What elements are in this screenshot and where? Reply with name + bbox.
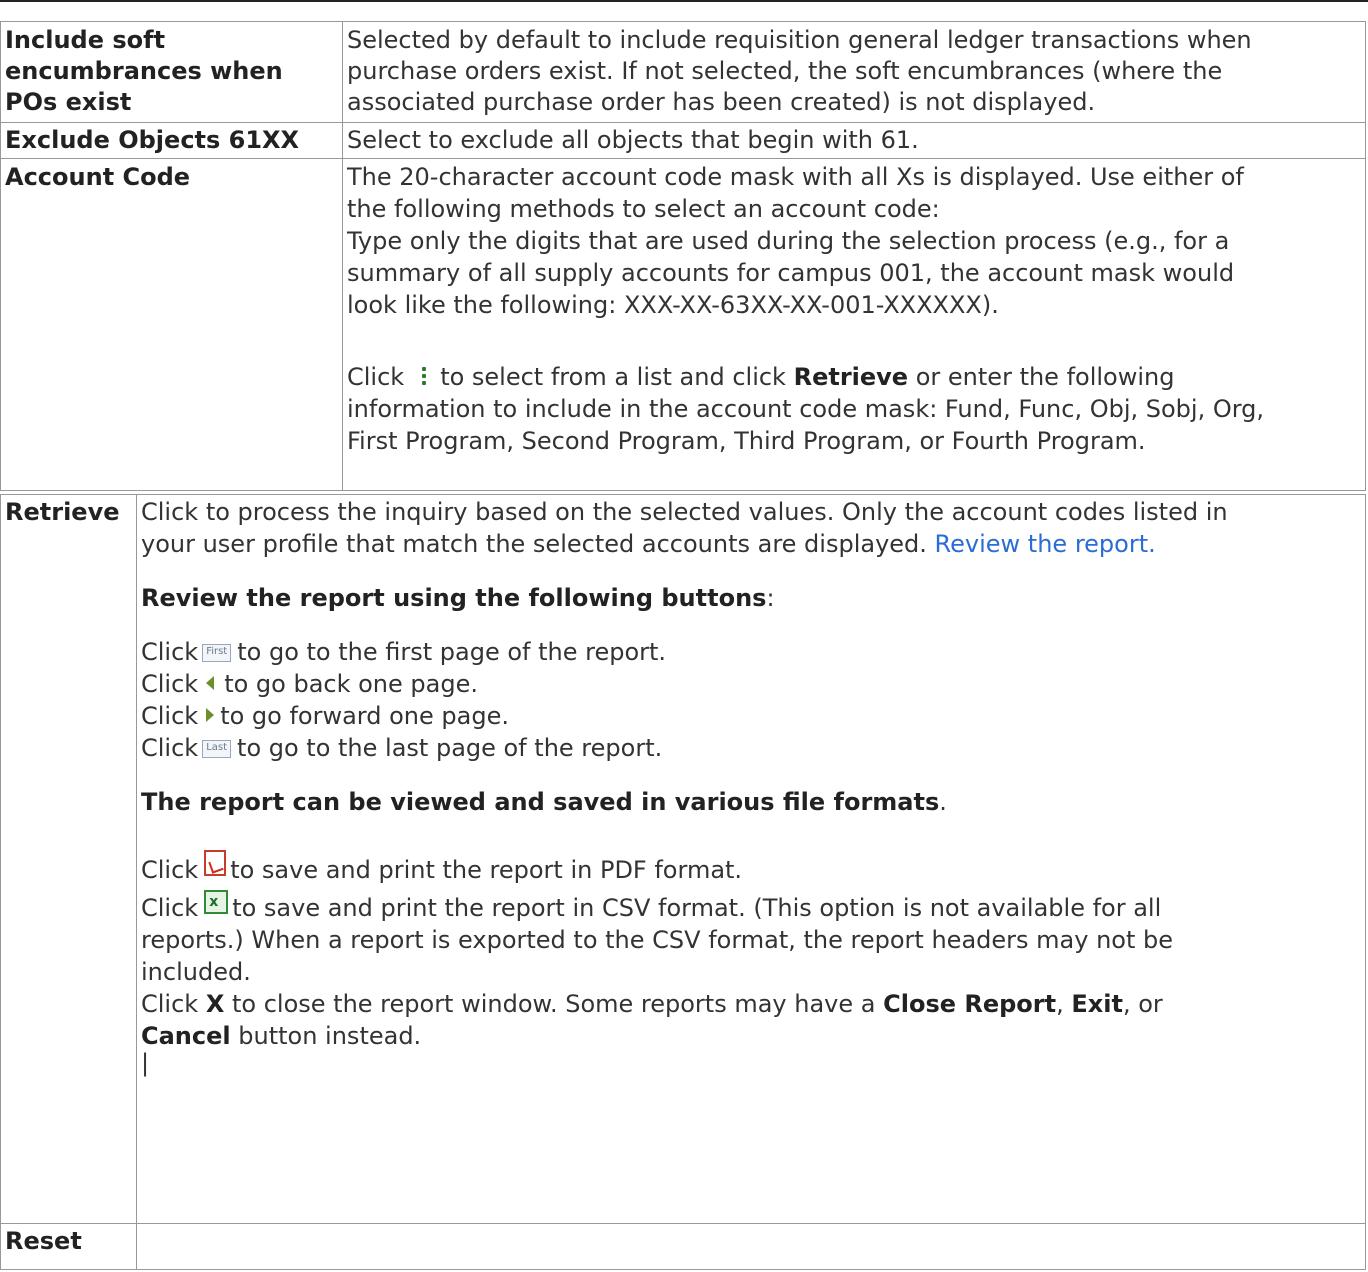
formats-heading-period: . [939,788,947,816]
csv-line-1-text: to save and print the report in CSV form… [232,894,1162,922]
soft-enc-line-1: Selected by default to include requisiti… [347,26,1252,54]
reset-desc [136,1223,1366,1270]
account-code-label: Account Code [0,158,343,491]
instead-text: button instead. [238,1022,422,1050]
csv-line-3: included. [141,958,251,986]
csv-click-word: Click [141,894,199,922]
pdf-line: Click to save and print the report in PDF… [141,850,1365,886]
close-report-word: Close Report [883,990,1057,1018]
exclude-objects-desc: Select to exclude all objects that begin… [342,122,1366,159]
account-click-rest-b: or enter the following [915,363,1175,391]
row-reset: Reset [0,1223,1366,1270]
account-line-4: summary of all supply accounts for campu… [347,259,1235,287]
retrieve-line-2-text: your user profile that match the selecte… [141,530,927,558]
kebab-icon[interactable] [422,367,427,385]
retrieve-desc: Click to process the inquiry based on th… [136,494,1366,1224]
soft-encumbrances-label: Include soft encumbrances when POs exist [0,21,343,123]
csv-line-2: reports.) When a report is exported to t… [141,926,1173,954]
spacer-3 [141,764,1365,786]
close-click-word: Click [141,990,199,1018]
close-line-1: Click X to close the report window. Some… [141,988,1365,1020]
soft-encumbrances-key-text: Include soft encumbrances when POs exist [5,26,283,116]
formats-heading: The report can be viewed and saved in va… [141,786,1365,818]
first-click-word: Click [141,638,199,666]
close-line-2: Cancel button instead. [141,1020,1365,1052]
account-line-1: The 20-character account code mask with … [347,163,1244,191]
review-heading-colon: : [766,584,775,612]
retrieve-label: Retrieve [0,494,137,1224]
account-click-rest-a: to select from a list and click [440,363,786,391]
fields-table-lower: Retrieve Click to process the inquiry ba… [0,494,1366,1270]
spacer-4 [141,818,1365,850]
close-line-text: to close the report window. Some reports… [231,990,876,1018]
csv-icon[interactable] [204,886,229,918]
review-heading: Review the report using the following bu… [141,582,1365,614]
soft-enc-line-2: purchase orders exist. If not selected, … [347,57,1223,85]
soft-encumbrances-desc: Selected by default to include requisiti… [342,21,1366,123]
back-line-text: to go back one page. [224,670,478,698]
reset-label: Reset [0,1223,137,1270]
account-line-3: Type only the digits that are used durin… [347,227,1230,255]
cancel-word: Cancel [141,1022,231,1050]
account-code-desc: The 20-character account code mask with … [342,158,1366,491]
soft-enc-line-3: associated purchase order has been creat… [347,88,1096,116]
account-click-word: Click [347,363,405,391]
first-page-button[interactable]: First [202,644,232,662]
pipe-line: | [141,1049,150,1077]
exclude-objects-label: Exclude Objects 61XX [0,122,343,159]
forward-line-text: to go forward one page. [220,702,509,730]
row-account-code: Account Code The 20-character account co… [0,158,1366,491]
account-line-info: information to include in the account co… [347,395,1265,423]
first-line: Click First to go to the first page of the… [141,636,1365,668]
formats-heading-text: The report can be viewed and saved in va… [141,788,940,816]
review-report-link[interactable]: Review the report. [935,530,1156,558]
spacer-1 [141,560,1365,582]
csv-line-1: Click to save and print the report in CSV… [141,886,1365,924]
next-page-icon[interactable] [206,708,215,722]
fields-table-upper: Include soft encumbrances when POs exist… [0,21,1366,491]
retrieve-line-1: Click to process the inquiry based on th… [141,498,1228,526]
account-retrieve-word: Retrieve [793,363,909,391]
spacer-2 [141,614,1365,636]
row-soft-encumbrances: Include soft encumbrances when POs exist… [0,21,1366,123]
account-spacer [347,321,1365,361]
account-line-programs: First Program, Second Program, Third Pro… [347,427,1146,455]
forward-click-word: Click [141,702,199,730]
previous-page-icon[interactable] [206,676,215,690]
back-line: Click to go back one page. [141,668,1365,700]
review-heading-text: Review the report using the following bu… [141,584,767,612]
row-retrieve: Retrieve Click to process the inquiry ba… [0,494,1366,1224]
first-line-text: to go to the first page of the report. [237,638,667,666]
forward-line: Click to go forward one page. [141,700,1365,732]
last-click-word: Click [141,734,199,762]
close-comma: , [1056,990,1064,1018]
top-rule [0,0,1368,2]
close-x-word: X [205,990,225,1018]
last-page-button[interactable]: Last [202,740,232,758]
back-click-word: Click [141,670,199,698]
row-exclude-objects: Exclude Objects 61XX Select to exclude a… [0,122,1366,159]
close-or: , or [1122,990,1163,1018]
last-line: Click Last to go to the last page of the r… [141,732,1365,764]
pdf-icon[interactable] [204,850,227,876]
pdf-click-word: Click [141,856,199,884]
account-line-5: look like the following: XXX-XX-63XX-XX-… [347,291,999,319]
last-line-text: to go to the last page of the report. [237,734,663,762]
account-click-line: Click to select from a list and click Ret… [347,361,1365,393]
account-line-2: the following methods to select an accou… [347,195,940,223]
retrieve-line-2: your user profile that match the selecte… [141,528,1365,560]
pdf-line-text: to save and print the report in PDF form… [230,856,743,884]
exit-word: Exit [1071,990,1123,1018]
